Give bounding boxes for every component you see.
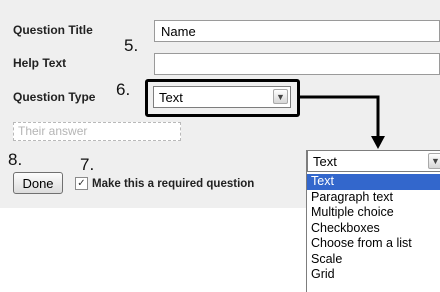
step-7-marker: 7. bbox=[80, 155, 95, 174]
dropdown-option-checkboxes[interactable]: Checkboxes bbox=[307, 221, 440, 237]
dropdown-option-grid[interactable]: Grid bbox=[307, 267, 440, 283]
question-type-dropdown: Text ▼ Text Paragraph text Multiple choi… bbox=[306, 150, 440, 292]
chevron-down-icon: ▼ bbox=[428, 153, 440, 169]
dropdown-option-scale[interactable]: Scale bbox=[307, 252, 440, 268]
dropdown-select[interactable]: Text ▼ bbox=[307, 150, 440, 172]
dropdown-selected-value: Text bbox=[313, 154, 337, 169]
check-icon: ✓ bbox=[77, 178, 86, 189]
dropdown-option-list: Text Paragraph text Multiple choice Chec… bbox=[307, 174, 440, 283]
dropdown-option-text[interactable]: Text bbox=[307, 174, 440, 190]
required-question-label: Make this a required question bbox=[92, 178, 255, 190]
done-button[interactable]: Done bbox=[13, 172, 63, 194]
step-8-marker: 8. bbox=[8, 150, 23, 169]
dropdown-option-multiple-choice[interactable]: Multiple choice bbox=[307, 205, 440, 221]
dropdown-option-paragraph-text[interactable]: Paragraph text bbox=[307, 190, 440, 206]
required-checkbox[interactable]: ✓ bbox=[75, 177, 88, 190]
answer-preview-field: Their answer bbox=[13, 122, 181, 141]
dropdown-option-choose-from-list[interactable]: Choose from a list bbox=[307, 236, 440, 252]
